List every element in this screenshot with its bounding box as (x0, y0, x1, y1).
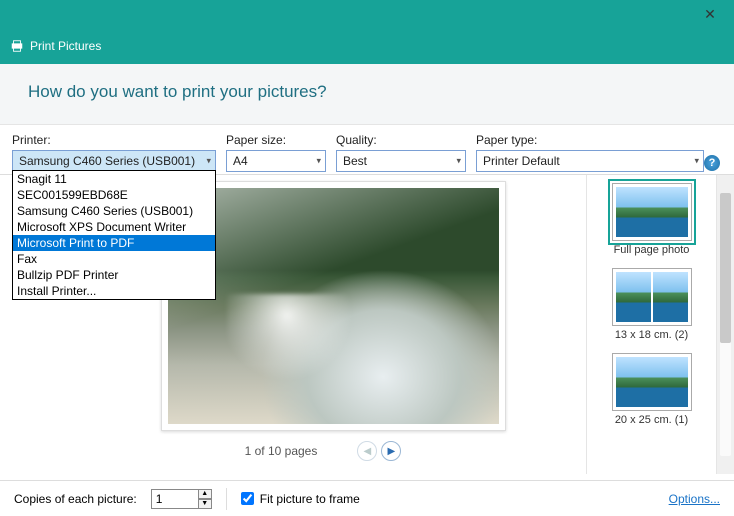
printer-option[interactable]: Microsoft Print to PDF (13, 235, 215, 251)
pager-text: 1 of 10 pages (245, 444, 318, 458)
printer-option[interactable]: Snagit 11 (13, 171, 215, 187)
prompt-heading: How do you want to print your pictures? (0, 64, 734, 125)
layout-option[interactable]: Full page photo (612, 183, 692, 256)
controls-row: Printer: Samsung C460 Series (USB001) ▾ … (0, 125, 734, 174)
printer-combo-value: Samsung C460 Series (USB001) (19, 154, 195, 168)
quality-combo[interactable]: Best ▾ (336, 150, 466, 172)
printer-combo[interactable]: Samsung C460 Series (USB001) ▾ (12, 150, 216, 172)
layout-thumb (612, 268, 692, 326)
layout-thumb (612, 353, 692, 411)
layout-label: Full page photo (614, 244, 690, 256)
printer-label: Printer: (12, 133, 216, 147)
printer-option[interactable]: Samsung C460 Series (USB001) (13, 203, 215, 219)
copies-input[interactable] (151, 489, 199, 509)
printer-icon (10, 39, 24, 53)
chevron-down-icon: ▾ (206, 156, 211, 167)
layout-option[interactable]: 20 x 25 cm. (1) (612, 353, 692, 426)
paper-size-label: Paper size: (226, 133, 326, 147)
layouts-panel: Full page photo 13 x 18 cm. (2) 20 x 25 cm… (586, 175, 716, 474)
chevron-down-icon: ▾ (316, 156, 321, 167)
scrollbar-thumb[interactable] (720, 193, 731, 343)
fit-checkbox[interactable] (241, 492, 254, 505)
copies-stepper: ▲ ▼ (151, 489, 212, 509)
prev-page-button[interactable]: ◀ (357, 441, 377, 461)
printer-option[interactable]: Fax (13, 251, 215, 267)
layout-label: 20 x 25 cm. (1) (615, 414, 688, 426)
copies-label: Copies of each picture: (14, 492, 137, 506)
options-link[interactable]: Options... (669, 492, 720, 506)
paper-type-combo[interactable]: Printer Default ▾ (476, 150, 704, 172)
printer-option[interactable]: Bullzip PDF Printer (13, 267, 215, 283)
paper-size-combo[interactable]: A4 ▾ (226, 150, 326, 172)
close-button[interactable]: ✕ (698, 2, 722, 26)
layouts-scrollbar[interactable] (716, 175, 734, 474)
preview-photo (168, 188, 499, 424)
window-header: Print Pictures (0, 28, 734, 64)
quality-label: Quality: (336, 133, 466, 147)
printer-option[interactable]: Install Printer... (13, 283, 215, 299)
chevron-down-icon: ▾ (694, 156, 699, 167)
fit-label-text: Fit picture to frame (260, 492, 360, 506)
help-icon[interactable]: ? (704, 155, 720, 171)
window-title: Print Pictures (30, 39, 101, 53)
next-page-button[interactable]: ▶ (381, 441, 401, 461)
chevron-down-icon: ▾ (456, 156, 461, 167)
layout-option[interactable]: 13 x 18 cm. (2) (612, 268, 692, 341)
footer: Copies of each picture: ▲ ▼ Fit picture … (0, 480, 734, 516)
layout-label: 13 x 18 cm. (2) (615, 329, 688, 341)
paper-type-label: Paper type: (476, 133, 704, 147)
printer-option[interactable]: SEC001599EBD68E (13, 187, 215, 203)
printer-option[interactable]: Microsoft XPS Document Writer (13, 219, 215, 235)
paper-size-value: A4 (233, 154, 248, 168)
divider (226, 488, 227, 510)
fit-checkbox-label[interactable]: Fit picture to frame (241, 492, 360, 506)
printer-dropdown[interactable]: Snagit 11SEC001599EBD68ESamsung C460 Ser… (12, 170, 216, 300)
quality-value: Best (343, 154, 367, 168)
copies-down[interactable]: ▼ (198, 499, 212, 509)
layout-thumb (612, 183, 692, 241)
titlebar: ✕ (0, 0, 734, 28)
paper-type-value: Printer Default (483, 154, 560, 168)
copies-up[interactable]: ▲ (198, 489, 212, 499)
pager: 1 of 10 pages ◀ ▶ (245, 441, 402, 461)
